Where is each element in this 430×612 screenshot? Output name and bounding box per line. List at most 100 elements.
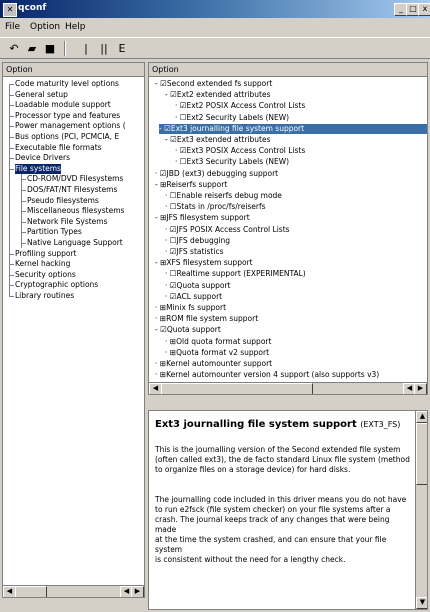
option-label: Ext2 POSIX Access Control Lists — [186, 101, 306, 111]
checked-checkbox-icon[interactable]: ☑ — [170, 292, 177, 301]
checked-checkbox-icon[interactable]: ☑ — [164, 124, 171, 133]
checked-checkbox-icon[interactable]: ☑ — [160, 79, 167, 88]
unchecked-checkbox-icon[interactable]: ☐ — [180, 113, 187, 122]
left-tree-item[interactable]: Loadable module support — [15, 100, 111, 110]
help-text-panel[interactable]: Ext3 journalling file system support (EX… — [148, 410, 428, 610]
option-item[interactable]: · ☑Ext3 POSIX Access Control Lists — [175, 146, 305, 156]
unchecked-checkbox-icon[interactable]: ☐ — [170, 202, 177, 211]
scroll-up-icon[interactable]: ▲ — [416, 411, 427, 423]
option-item[interactable]: - ⊞JFS filesystem support — [155, 213, 250, 223]
unchecked-checkbox-icon[interactable]: ☐ — [170, 269, 177, 278]
left-tree-item[interactable]: Native Language Support — [27, 238, 123, 248]
left-tree-item[interactable]: Cryptographic options — [15, 280, 98, 290]
help-vertical-scrollbar[interactable]: ▲ ▼ — [415, 411, 427, 609]
option-item[interactable]: · ☐Stats in /proc/fs/reiserfs — [165, 202, 266, 212]
option-item[interactable]: · ☑ACL support — [165, 292, 222, 302]
option-item[interactable]: · ☑JBD (ext3) debugging support — [155, 169, 278, 179]
scroll-down-icon[interactable]: ▼ — [416, 597, 427, 609]
unchecked-checkbox-icon[interactable]: ☐ — [180, 157, 187, 166]
option-item[interactable]: · ☐Enable reiserfs debug mode — [165, 191, 282, 201]
checked-checkbox-icon[interactable]: ☑ — [170, 90, 177, 99]
left-tree-item[interactable]: General setup — [15, 90, 68, 100]
left-column-header[interactable]: Option — [3, 63, 144, 77]
option-item[interactable]: · ☑Ext2 POSIX Access Control Lists — [175, 101, 305, 111]
left-tree-item[interactable]: Processor type and features — [15, 111, 120, 121]
left-tree-item[interactable]: Miscellaneous filesystems — [27, 206, 124, 216]
left-tree-item[interactable]: Kernel hacking — [15, 259, 70, 269]
option-item[interactable]: · ☐Realtime support (EXPERIMENTAL) — [165, 269, 306, 279]
left-tree-item[interactable]: Partition Types — [27, 227, 82, 237]
left-tree-item[interactable]: Security options — [15, 270, 76, 280]
save-icon[interactable]: ■ — [42, 41, 58, 56]
split-view-icon[interactable]: || — [96, 41, 112, 56]
checked-checkbox-icon[interactable]: ☑ — [180, 101, 187, 110]
left-tree-item[interactable]: Profiling support — [15, 249, 76, 259]
left-tree-item[interactable]: CD-ROM/DVD Filesystems — [27, 174, 123, 184]
scroll-right-icon[interactable]: ▶ — [131, 586, 144, 597]
left-tree-item[interactable]: Library routines — [15, 291, 74, 301]
left-tree-item-selected[interactable]: File systems — [15, 163, 61, 174]
help-paragraph: is consistent without the need for a len… — [155, 555, 346, 564]
option-item[interactable]: · ⊞Minix fs support — [155, 303, 226, 313]
option-item[interactable]: - ☑Second extended fs support — [155, 79, 272, 89]
option-item[interactable]: - ☑Quota support — [155, 325, 221, 335]
option-item-selected[interactable]: - ☑Ext3 journalling file system support — [159, 123, 427, 134]
option-item[interactable]: - ☑Ext2 extended attributes — [165, 90, 270, 100]
option-item[interactable]: · ☑JFS POSIX Access Control Lists — [165, 225, 290, 235]
full-view-icon[interactable]: E — [114, 41, 130, 56]
menu-option[interactable]: Option — [30, 22, 60, 32]
option-item[interactable]: · ☐Ext3 Security Labels (NEW) — [175, 157, 289, 167]
single-view-icon[interactable]: | — [78, 41, 94, 56]
option-item[interactable]: · ☑JFS statistics — [165, 247, 224, 257]
menu-file[interactable]: File — [5, 22, 20, 32]
option-item[interactable]: · ⊞Kernel automounter support — [155, 359, 272, 369]
option-item[interactable]: · ☑Quota support — [165, 281, 230, 291]
unchecked-checkbox-icon[interactable]: ☐ — [170, 191, 177, 200]
menu-help[interactable]: Help — [65, 22, 86, 32]
title-bar[interactable]: ✕ qconf _ □ x — [0, 0, 430, 18]
scroll-right-icon[interactable]: ▶ — [414, 383, 427, 394]
option-item[interactable]: · ☐JFS debugging — [165, 236, 230, 246]
app-icon: ✕ — [3, 3, 17, 17]
left-tree-item[interactable]: Device Drivers — [15, 153, 70, 163]
options-tree-panel[interactable]: Option - ☑Second extended fs support - ☑E… — [148, 62, 428, 395]
right-column-header[interactable]: Option — [149, 63, 427, 77]
menu-tree-panel[interactable]: Option Code maturity level options Genera… — [2, 62, 145, 598]
option-item[interactable]: · ☐Ext2 Security Labels (NEW) — [175, 113, 289, 123]
left-tree-item[interactable]: DOS/FAT/NT Filesystems — [27, 185, 117, 195]
left-tree-item[interactable]: Network File Systems — [27, 217, 108, 227]
option-item[interactable]: · ⊞Old quota format support — [165, 337, 271, 347]
checked-checkbox-icon[interactable]: ☑ — [160, 169, 167, 178]
help-scroll-thumb[interactable] — [416, 423, 427, 485]
left-tree-item[interactable]: Code maturity level options — [15, 79, 119, 89]
checked-checkbox-icon[interactable]: ☑ — [170, 225, 177, 234]
checked-checkbox-icon[interactable]: ☑ — [180, 146, 187, 155]
left-scroll-thumb[interactable] — [15, 586, 47, 597]
option-item[interactable]: - ⊞Reiserfs support — [155, 180, 227, 190]
back-icon[interactable]: ↶ — [6, 41, 22, 56]
left-tree-item[interactable]: Power management options ( — [15, 121, 126, 131]
checked-checkbox-icon[interactable]: ☑ — [170, 247, 177, 256]
option-label: Stats in /proc/fs/reiserfs — [176, 202, 266, 212]
checked-checkbox-icon[interactable]: ☑ — [170, 135, 177, 144]
option-label: Ext3 journalling file system support — [170, 123, 305, 133]
option-label: JBD (ext3) debugging support — [166, 168, 279, 178]
option-item[interactable]: · ⊞Kernel automounter version 4 support … — [155, 370, 379, 380]
option-item[interactable]: - ☑Ext3 extended attributes — [165, 135, 270, 145]
option-item[interactable]: · ⊞Quota format v2 support — [165, 348, 269, 358]
option-label: Realtime support (EXPERIMENTAL) — [176, 269, 306, 279]
unchecked-checkbox-icon[interactable]: ☐ — [170, 236, 177, 245]
right-scroll-thumb[interactable] — [161, 383, 313, 394]
left-tree-item[interactable]: Executable file formats — [15, 143, 102, 153]
option-item[interactable]: · ⊞ROM file system support — [155, 314, 258, 324]
checked-checkbox-icon[interactable]: ☑ — [160, 325, 167, 334]
left-tree-item[interactable]: Bus options (PCI, PCMCIA, E — [15, 132, 119, 142]
left-tree-item[interactable]: Pseudo filesystems — [27, 196, 99, 206]
right-horizontal-scrollbar[interactable]: ◀ ◀ ▶ — [149, 382, 427, 394]
checked-checkbox-icon[interactable]: ☑ — [170, 281, 177, 290]
close-button[interactable]: x — [418, 3, 430, 16]
left-horizontal-scrollbar[interactable]: ◀ ◀ ▶ — [3, 585, 144, 597]
help-paragraph: at the time the system crashed, and can … — [155, 535, 387, 554]
option-item[interactable]: - ⊞XFS filesystem support — [155, 258, 253, 268]
open-folder-icon[interactable]: ▰ — [24, 41, 40, 56]
